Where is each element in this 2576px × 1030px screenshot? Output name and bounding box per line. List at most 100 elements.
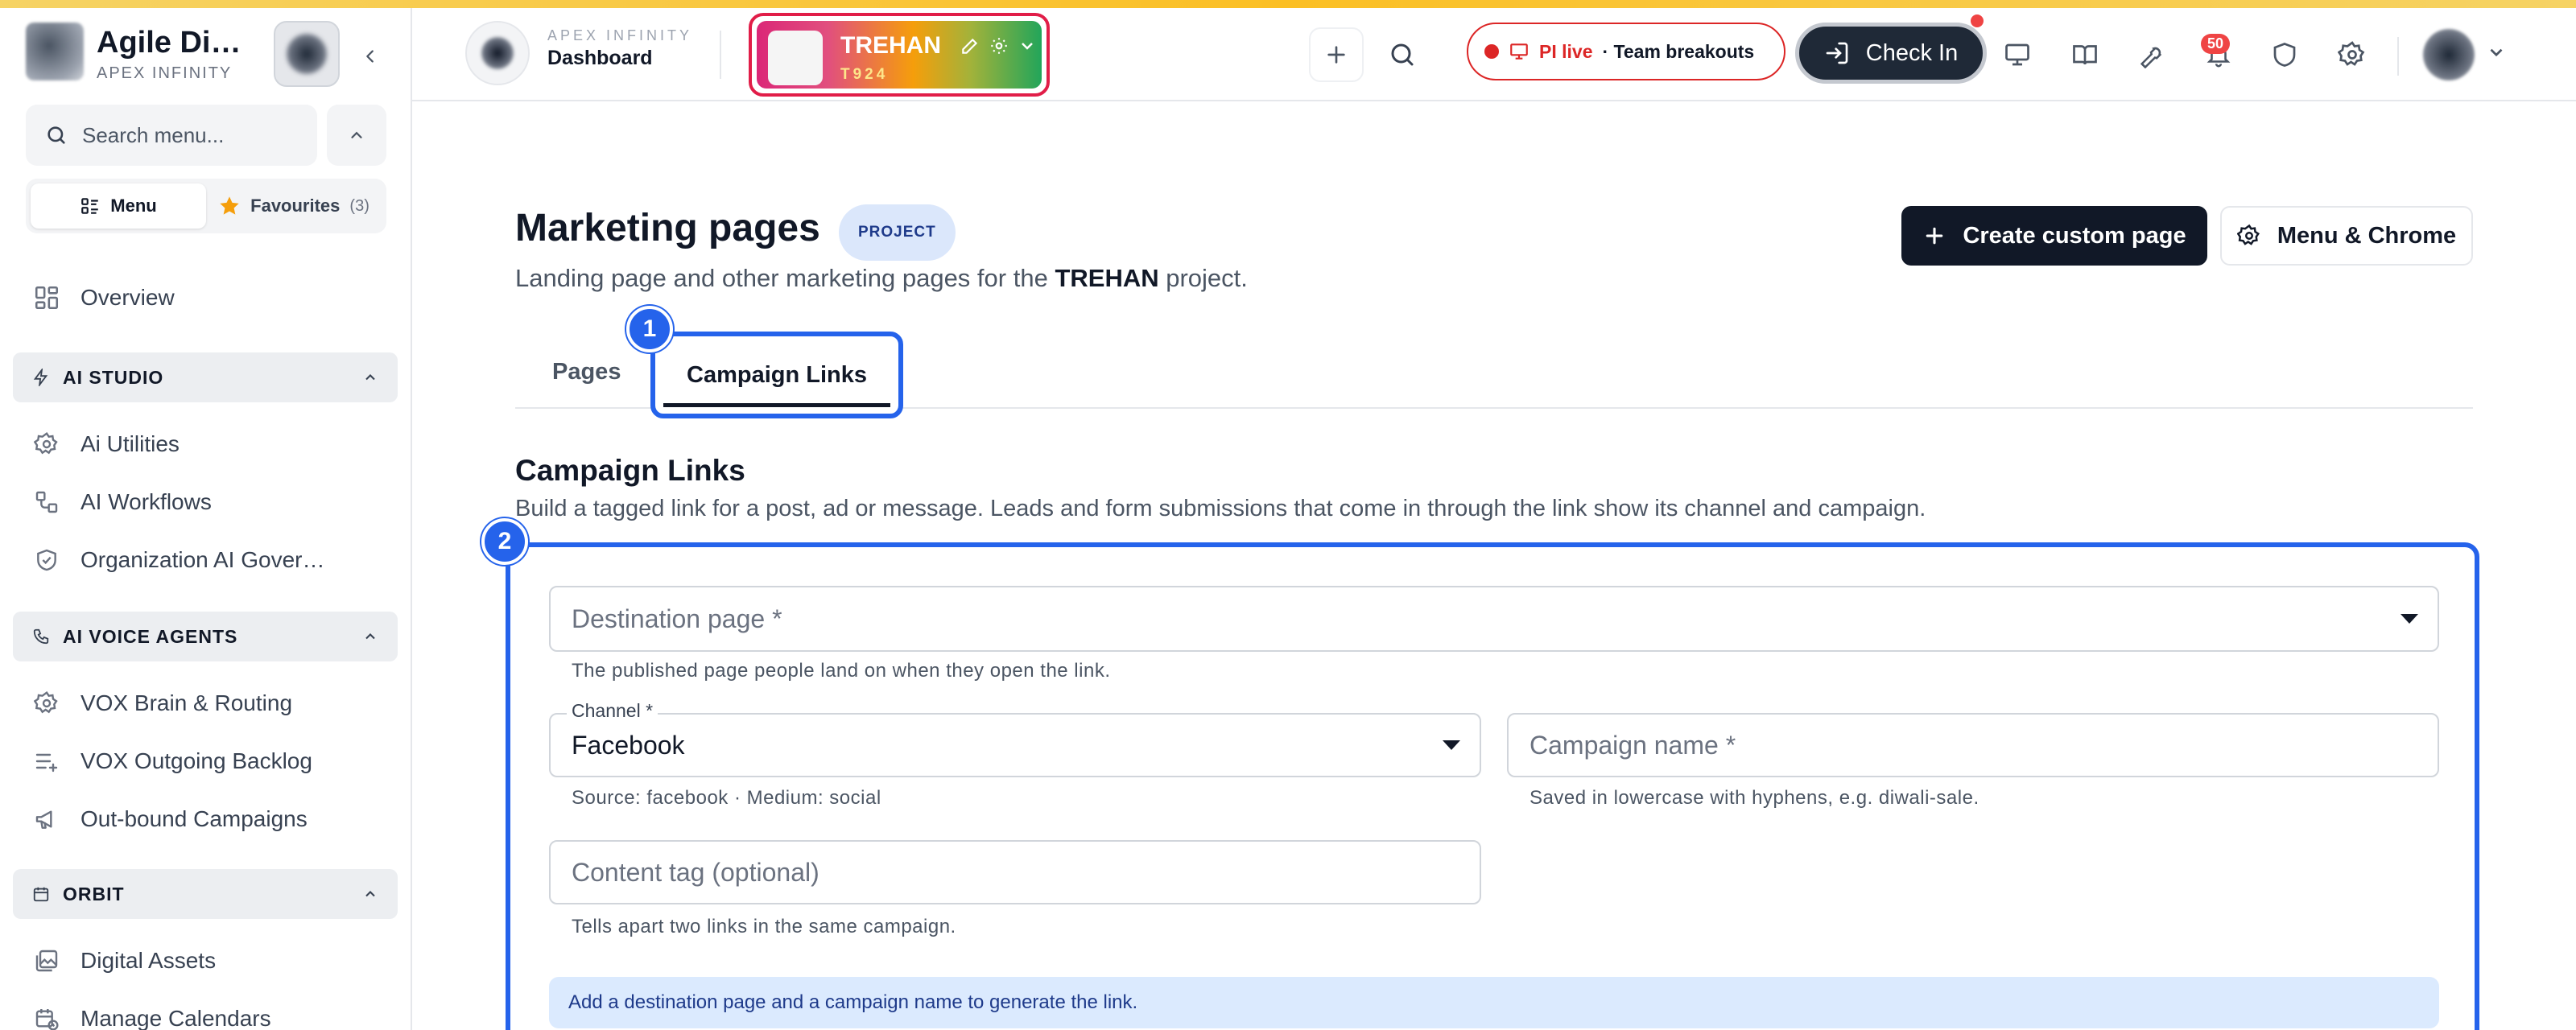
add-button[interactable] <box>1309 27 1364 82</box>
section-orbit[interactable]: ORBIT <box>13 869 398 919</box>
sidebar: Agile Di… APEX INFINITY Menu Favourites … <box>0 8 412 1030</box>
section-title: ORBIT <box>63 883 125 904</box>
campaign-name-placeholder: Campaign name * <box>1530 730 1736 760</box>
sidebar-item-ai-workflows[interactable]: AI Workflows <box>32 478 386 526</box>
org-avatar[interactable] <box>465 21 530 85</box>
tab-pages[interactable]: Pages <box>552 359 621 385</box>
create-custom-page-button[interactable]: Create custom page <box>1901 206 2207 266</box>
active-tab-underline <box>663 403 890 407</box>
sidebar-item-label: Manage Calendars <box>80 1006 271 1030</box>
section-ai-studio[interactable]: AI STUDIO <box>13 352 398 402</box>
check-in-button[interactable]: Check In <box>1795 23 1987 84</box>
tab-menu[interactable]: Menu <box>31 183 206 229</box>
menu-chrome-label: Menu & Chrome <box>2277 222 2457 249</box>
sidebar-item-vox-backlog[interactable]: VOX Outgoing Backlog <box>32 737 386 785</box>
project-thumbnail <box>768 31 823 85</box>
current-page-label[interactable]: Dashboard <box>547 47 653 70</box>
org-label: APEX INFINITY <box>547 27 693 43</box>
sidebar-item-label: VOX Brain & Routing <box>80 690 293 715</box>
star-icon <box>220 196 239 215</box>
settings-button[interactable] <box>2328 31 2376 79</box>
dropdown-arrow-icon <box>2401 614 2418 624</box>
menu-favourites-toggle: Menu Favourites (3) <box>26 179 386 233</box>
megaphone-icon <box>32 805 61 834</box>
tools-button[interactable] <box>2127 31 2175 79</box>
menu-chrome-button[interactable]: Menu & Chrome <box>2220 206 2473 266</box>
content-tag-input[interactable]: Content tag (optional) <box>549 840 1481 904</box>
docs-button[interactable] <box>2061 31 2109 79</box>
user-avatar[interactable] <box>2423 29 2475 80</box>
brand-name: Agile Di… <box>97 26 242 60</box>
check-in-alert-dot <box>1971 14 1984 27</box>
monitor-icon <box>2005 43 2029 66</box>
org-switcher-avatar[interactable] <box>274 21 340 87</box>
grid-icon <box>32 283 61 312</box>
edit-icon[interactable] <box>960 35 980 56</box>
section-ai-voice-agents[interactable]: AI VOICE AGENTS <box>13 612 398 661</box>
pi-live-detail: · Team breakouts <box>1602 40 1755 62</box>
generate-link-info: Add a destination page and a campaign na… <box>549 977 2439 1028</box>
shield-icon <box>2273 43 2296 67</box>
sidebar-item-vox-brain[interactable]: VOX Brain & Routing <box>32 679 386 727</box>
destination-page-placeholder: Destination page * <box>572 604 782 633</box>
chevron-down-icon[interactable] <box>2486 42 2507 63</box>
collapse-all-button[interactable] <box>327 105 386 166</box>
sidebar-item-org-ai-governance[interactable]: Organization AI Gover… <box>32 536 386 584</box>
book-icon <box>2073 45 2097 65</box>
sidebar-item-manage-calendars[interactable]: Manage Calendars <box>32 995 386 1030</box>
step-badge-1: 1 <box>626 306 673 352</box>
sidebar-item-digital-assets[interactable]: Digital Assets <box>32 937 386 985</box>
gear-icon <box>2338 41 2365 66</box>
sidebar-item-label: Out-bound Campaigns <box>80 806 308 831</box>
section-description: Build a tagged link for a post, ad or me… <box>515 496 1926 521</box>
security-button[interactable] <box>2260 31 2309 79</box>
content-tag-placeholder: Content tag (optional) <box>572 857 819 887</box>
sidebar-item-label: AI Workflows <box>80 489 212 514</box>
tab-campaign-links[interactable]: Campaign Links <box>650 332 903 418</box>
list-plus-icon <box>32 747 61 776</box>
destination-help: The published page people land on when t… <box>572 660 1111 682</box>
section-title: AI STUDIO <box>63 366 164 388</box>
sidebar-search[interactable] <box>26 105 317 166</box>
project-name: TREHAN <box>840 32 941 59</box>
gear-icon <box>32 689 61 718</box>
campaign-name-input[interactable]: Campaign name * <box>1507 713 2439 777</box>
sidebar-item-overview[interactable]: Overview <box>32 274 386 322</box>
section-title: AI VOICE AGENTS <box>63 625 238 647</box>
divider <box>2397 37 2399 76</box>
pi-live-label: PI live <box>1539 40 1593 62</box>
calendar-clock-icon <box>32 1004 61 1030</box>
sidebar-item-label: Ai Utilities <box>80 431 180 456</box>
topbar: APEX INFINITY Dashboard TREHAN T924 PI l… <box>412 8 2576 101</box>
search-button[interactable] <box>1375 27 1430 82</box>
search-icon <box>47 126 65 144</box>
gear-icon <box>32 430 61 459</box>
chevron-down-icon[interactable] <box>1018 36 1037 56</box>
sidebar-item-ai-utilities[interactable]: Ai Utilities <box>32 420 386 468</box>
channel-value: Facebook <box>572 730 685 760</box>
calendar-icon <box>33 887 49 902</box>
shield-check-icon <box>32 546 61 575</box>
destination-page-select[interactable]: Destination page * <box>549 586 2439 652</box>
gear-icon[interactable] <box>989 35 1009 56</box>
project-switcher[interactable]: TREHAN T924 <box>749 13 1050 97</box>
gear-icon <box>2236 224 2260 245</box>
collapse-sidebar-button[interactable] <box>354 40 386 72</box>
monitor-button[interactable] <box>1993 31 2041 79</box>
dropdown-arrow-icon <box>1443 740 1460 750</box>
pi-live-status[interactable]: PI live · Team breakouts <box>1467 23 1785 80</box>
tab-favourites[interactable]: Favourites (3) <box>206 183 382 229</box>
notification-count-badge: 50 <box>2201 34 2231 54</box>
chevron-up-icon <box>351 131 362 138</box>
plus-icon <box>1327 46 1345 64</box>
chevron-left-icon <box>366 50 374 63</box>
search-icon <box>1391 43 1414 66</box>
sidebar-item-label: Organization AI Gover… <box>80 547 325 572</box>
channel-select[interactable]: Facebook <box>549 713 1481 777</box>
sidebar-item-outbound-campaigns[interactable]: Out-bound Campaigns <box>32 795 386 843</box>
page-title: Marketing pages <box>515 207 820 249</box>
search-menu-input[interactable] <box>82 122 308 148</box>
sparkle-icon <box>33 369 48 386</box>
channel-help: Source: facebook · Medium: social <box>572 787 881 809</box>
divider <box>720 31 721 79</box>
